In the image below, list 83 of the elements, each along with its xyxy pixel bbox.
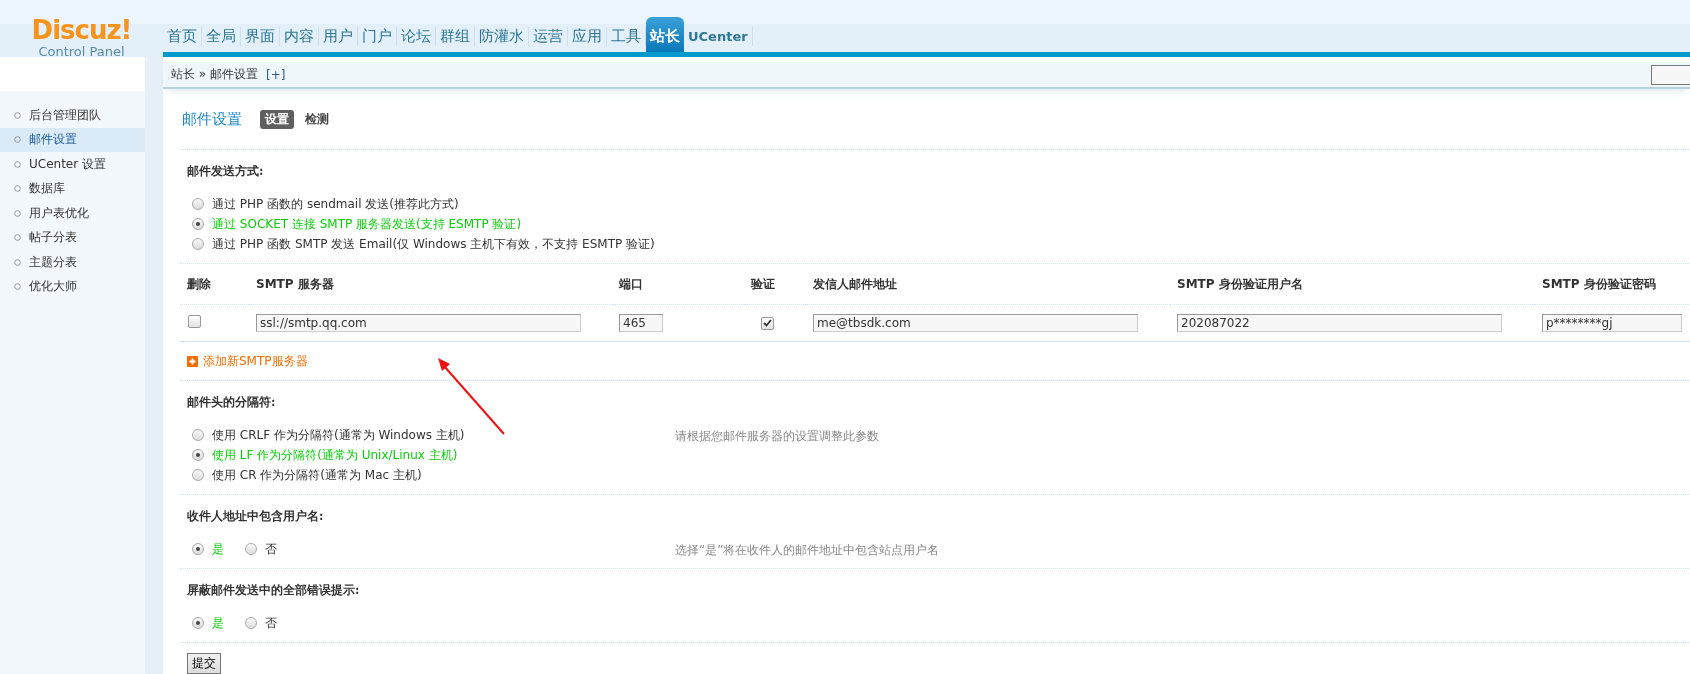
sidebar-label: UCenter 设置: [29, 155, 106, 173]
auth-checkbox[interactable]: [761, 316, 774, 330]
radio-option[interactable]: 通过 PHP 函数的 sendmail 发送(推荐此方式): [187, 194, 675, 214]
add-link[interactable]: [+]: [266, 67, 286, 82]
sidebar-label: 优化大师: [29, 278, 77, 296]
nav-tab[interactable]: 群组: [436, 27, 475, 46]
column-header: 发信人邮件地址: [806, 264, 1170, 305]
search-field[interactable]: [1651, 64, 1690, 85]
radio-button[interactable]: [192, 218, 204, 230]
sidebar-label: 帖子分表: [29, 229, 77, 247]
port-field[interactable]: 465: [619, 314, 663, 332]
radio-button[interactable]: [192, 238, 204, 250]
nav-tab[interactable]: 界面: [241, 27, 280, 46]
column-header: SMTP 身份验证用户名: [1170, 264, 1535, 305]
delete-checkbox[interactable]: [188, 315, 201, 328]
page-title: 邮件设置: [182, 109, 242, 129]
sidebar-item[interactable]: 后台管理团队: [0, 103, 145, 128]
tab[interactable]: 检测: [300, 109, 334, 129]
nav-tab[interactable]: 全局: [202, 27, 241, 46]
column-header: SMTP 服务器: [249, 264, 612, 305]
section-title: 邮件发送方式:: [187, 163, 265, 180]
username-field[interactable]: 202087022: [1177, 314, 1502, 332]
nav-tab[interactable]: 应用: [568, 27, 607, 46]
sidebar-item[interactable]: 邮件设置: [0, 127, 145, 152]
sidebar-item[interactable]: 帖子分表: [0, 225, 145, 250]
submit-button[interactable]: 提交: [187, 653, 221, 674]
breadcrumb: 站长 » 邮件设置: [171, 66, 258, 83]
sidebar-item[interactable]: 数据库: [0, 176, 145, 201]
section-title: 收件人地址中包含用户名:: [187, 508, 325, 525]
radio-button[interactable]: [245, 543, 257, 555]
bullet-icon: [14, 258, 21, 266]
radio-button[interactable]: [245, 617, 257, 629]
radio-option[interactable]: 通过 PHP 函数 SMTP 发送 Email(仅 Windows 主机下有效，不支持 ESMTP 验证): [187, 234, 675, 254]
sidebar-label: 用户表优化: [29, 204, 89, 222]
column-header: 端口: [612, 264, 744, 305]
sidebar-label: 数据库: [29, 180, 65, 198]
nav-tab[interactable]: UCenter: [684, 27, 753, 46]
nav-tab[interactable]: 内容: [280, 27, 319, 46]
section-title: 邮件头的分隔符:: [187, 394, 277, 411]
radio-button[interactable]: [192, 543, 204, 555]
plus-icon: [187, 355, 198, 367]
tab[interactable]: 设置: [260, 109, 294, 129]
logo-name: Discuz!: [31, 16, 132, 44]
bullet-icon: [14, 111, 21, 119]
radio-button[interactable]: [192, 198, 204, 210]
sidebar-label: 后台管理团队: [29, 106, 101, 124]
sidebar-label: 邮件设置: [29, 131, 77, 149]
sidebar-label: 主题分表: [29, 253, 77, 271]
password-field[interactable]: p********gj: [1542, 314, 1682, 332]
sidebar-item[interactable]: UCenter 设置: [0, 152, 145, 177]
radio-button[interactable]: [192, 469, 204, 481]
nav-tab[interactable]: 首页: [163, 27, 202, 46]
sender-field[interactable]: me@tbsdk.com: [813, 314, 1138, 332]
sidebar-item[interactable]: 优化大师: [0, 274, 145, 299]
bullet-icon: [14, 283, 21, 291]
radio-option[interactable]: 否: [240, 539, 277, 559]
radio-option[interactable]: 使用 CR 作为分隔符(通常为 Mac 主机): [187, 465, 675, 485]
radio-button[interactable]: [192, 449, 204, 461]
sidebar-item[interactable]: 用户表优化: [0, 201, 145, 226]
radio-option[interactable]: 使用 CRLF 作为分隔符(通常为 Windows 主机): [187, 425, 675, 445]
radio-option[interactable]: 否: [240, 613, 277, 633]
radio-button[interactable]: [192, 429, 204, 441]
bullet-icon: [14, 209, 21, 217]
bullet-icon: [14, 160, 21, 168]
radio-button[interactable]: [192, 617, 204, 629]
bullet-icon: [14, 185, 21, 193]
nav-tab[interactable]: 站长: [646, 17, 684, 52]
nav-tab[interactable]: 论坛: [397, 27, 436, 46]
hint-text: 请根据您邮件服务器的设置调整此参数: [675, 428, 879, 445]
hint-text: 选择“是”将在收件人的邮件地址中包含站点用户名: [675, 542, 940, 559]
column-header: 验证: [744, 264, 806, 305]
sidebar-item[interactable]: 主题分表: [0, 250, 145, 275]
bullet-icon: [14, 234, 21, 242]
nav-tab[interactable]: 运营: [529, 27, 568, 46]
nav-tab[interactable]: 用户: [319, 27, 358, 46]
section-title: 屏蔽邮件发送中的全部错误提示:: [187, 582, 361, 599]
column-header: SMTP 身份验证密码: [1535, 264, 1690, 305]
nav-tab[interactable]: 防灌水: [475, 27, 529, 46]
logo-subtitle: Control Panel: [38, 44, 125, 60]
server-field[interactable]: ssl://smtp.qq.com: [256, 314, 581, 332]
bullet-icon: [14, 136, 21, 144]
nav-tab[interactable]: 门户: [358, 27, 397, 46]
column-header: 删除: [180, 264, 249, 305]
